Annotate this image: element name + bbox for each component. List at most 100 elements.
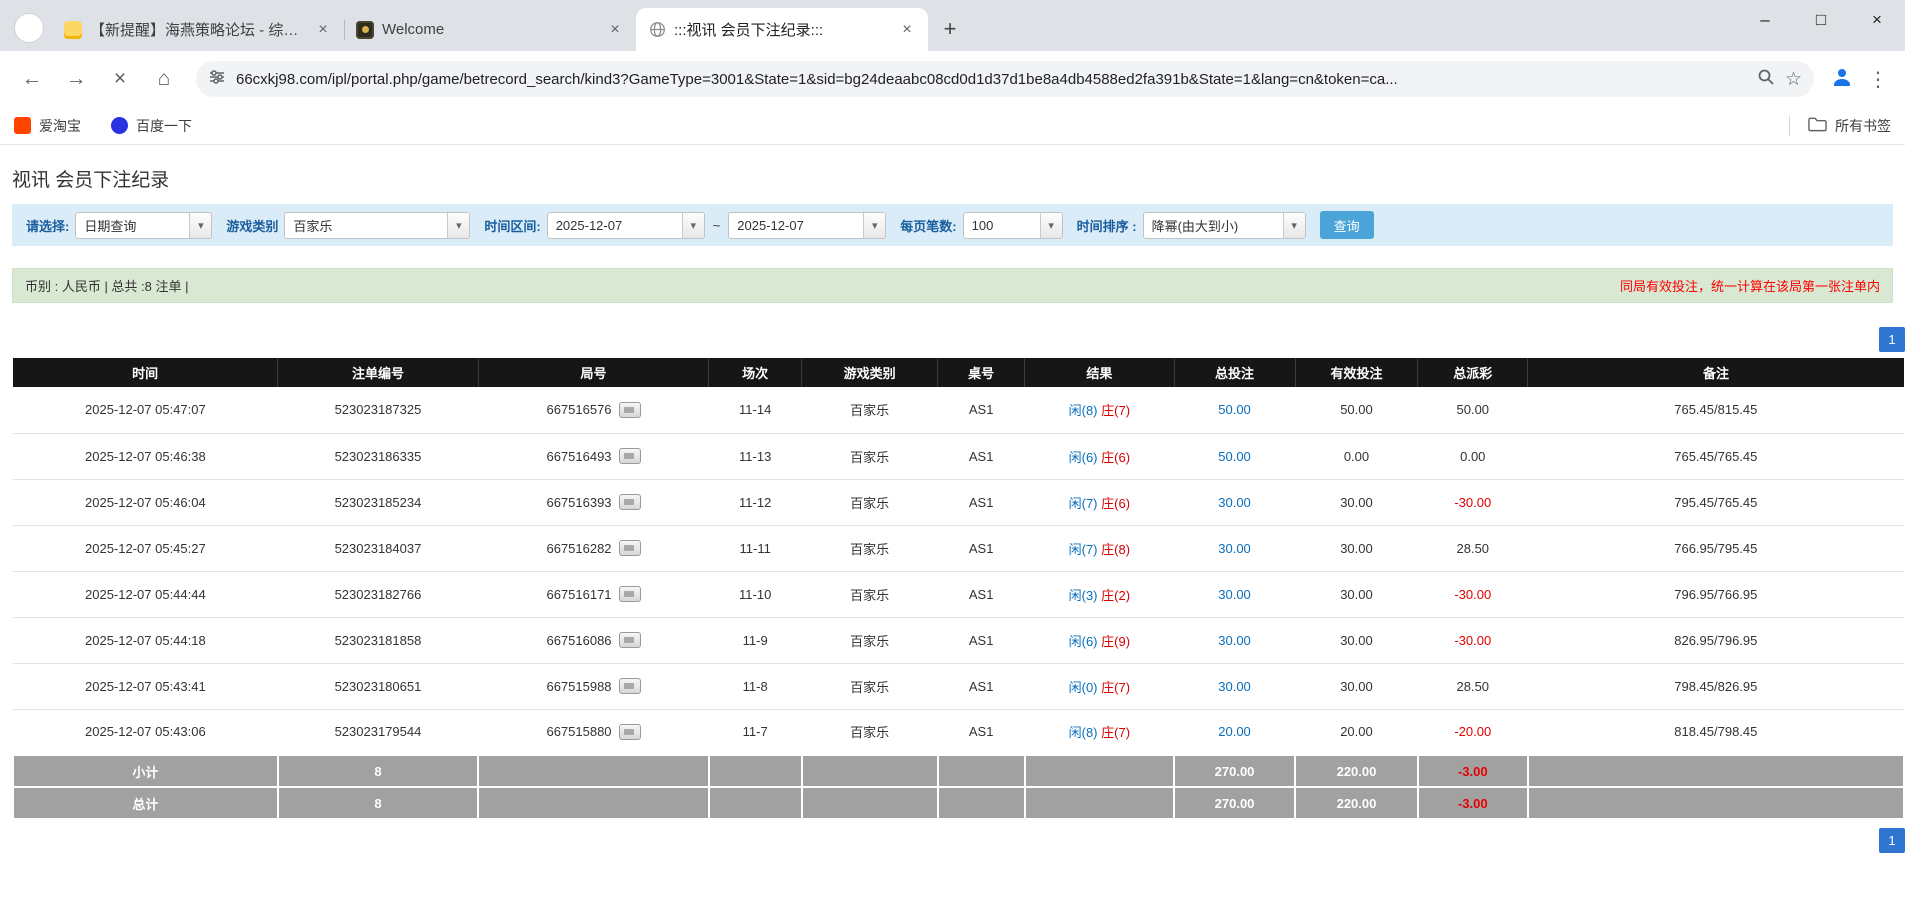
tab-close-icon[interactable]: × [604,19,626,41]
maximize-button[interactable]: □ [1793,0,1849,40]
profile-avatar-icon[interactable] [1830,65,1854,94]
cell-round-no: 667515880 [478,709,709,755]
replay-icon[interactable] [619,540,641,556]
tab-bet-records[interactable]: :::视讯 会员下注纪录::: × [636,8,928,51]
cell-round-no: 667516393 [478,479,709,525]
date-to-value: 2025-12-07 [729,213,863,238]
new-tab-button[interactable]: + [934,13,966,45]
subtotal-row: 小计8270.00220.00-3.00 [13,755,1904,787]
total-bet-link[interactable]: 30.00 [1218,633,1251,648]
cell-table-no: AS1 [938,433,1025,479]
result-player: 闲(7) [1069,496,1098,511]
chevron-down-icon[interactable]: ▾ [189,213,211,238]
tab-haiyan-forum[interactable]: 【新提醒】海燕策略论坛 - 综合... × [52,8,344,51]
cell-empty [938,755,1025,787]
baidu-favicon [111,117,128,134]
search-button[interactable]: 查询 [1320,211,1374,239]
total-bet-link[interactable]: 50.00 [1218,402,1251,417]
close-button[interactable]: × [1849,0,1905,40]
cell-time: 2025-12-07 05:44:18 [13,617,278,663]
game-type-select[interactable]: 百家乐 ▾ [284,212,470,239]
result-banker: 庄(7) [1101,403,1130,418]
cell-time: 2025-12-07 05:43:41 [13,663,278,709]
replay-icon[interactable] [619,724,641,740]
cell-bet-no: 523023187325 [278,387,478,433]
url-bar[interactable]: 66cxkj98.com/ipl/portal.php/game/betreco… [196,61,1814,97]
replay-icon[interactable] [619,448,641,464]
cell-time: 2025-12-07 05:43:06 [13,709,278,755]
cell-empty [1025,755,1174,787]
cell-note: 766.95/795.45 [1528,525,1904,571]
cell-empty [709,787,802,819]
replay-icon[interactable] [619,632,641,648]
date-from-select[interactable]: 2025-12-07 ▾ [547,212,705,239]
footer-total-bet: 270.00 [1174,755,1295,787]
result-banker: 庄(9) [1101,634,1130,649]
cell-time: 2025-12-07 05:45:27 [13,525,278,571]
footer-count: 8 [278,787,478,819]
cell-empty [1528,755,1904,787]
total-bet-link[interactable]: 30.00 [1218,495,1251,510]
all-bookmarks[interactable]: 所有书签 [1789,116,1891,136]
page-1-button[interactable]: 1 [1879,828,1905,853]
tune-icon[interactable] [208,68,226,91]
replay-icon[interactable] [619,678,641,694]
sort-select[interactable]: 降幂(由大到小) ▾ [1143,212,1306,239]
cell-empty [709,755,802,787]
chevron-down-icon[interactable]: ▾ [682,213,704,238]
total-bet-link[interactable]: 30.00 [1218,541,1251,556]
query-type-select[interactable]: 日期查询 ▾ [75,212,212,239]
result-player: 闲(8) [1069,403,1098,418]
bookmark-star-icon[interactable]: ☆ [1785,68,1802,91]
toolbar-right: ⋮ [1826,65,1893,94]
table-row: 2025-12-07 05:46:04523023185234667516393… [13,479,1904,525]
cell-table-no: AS1 [938,387,1025,433]
total-bet-link[interactable]: 30.00 [1218,587,1251,602]
minimize-button[interactable]: – [1737,0,1793,40]
cell-note: 818.45/798.45 [1528,709,1904,755]
cell-note: 765.45/815.45 [1528,387,1904,433]
table-row: 2025-12-07 05:47:07523023187325667516576… [13,387,1904,433]
cell-empty [478,787,709,819]
cell-payout: -20.00 [1418,709,1528,755]
chevron-down-icon[interactable]: ▾ [1283,213,1305,238]
forward-button[interactable]: → [56,59,96,99]
footer-payout: -3.00 [1418,787,1528,819]
date-to-select[interactable]: 2025-12-07 ▾ [728,212,886,239]
browser-avatar-icon[interactable] [14,13,44,43]
bookmark-aitaobao[interactable]: 爱淘宝 [14,116,81,136]
result-player: 闲(3) [1069,588,1098,603]
cell-payout: 50.00 [1418,387,1528,433]
column-header: 注单编号 [278,358,478,387]
per-page-select[interactable]: 100 ▾ [963,212,1063,239]
tab-close-icon[interactable]: × [312,19,334,41]
zoom-icon[interactable] [1757,68,1775,91]
bookmark-baidu[interactable]: 百度一下 [111,116,192,136]
result-banker: 庄(2) [1101,588,1130,603]
replay-icon[interactable] [619,586,641,602]
chevron-down-icon[interactable]: ▾ [1040,213,1062,238]
home-button[interactable]: ⌂ [144,59,184,99]
total-bet-link[interactable]: 50.00 [1218,449,1251,464]
cell-bet-no: 523023186335 [278,433,478,479]
replay-icon[interactable] [619,402,641,418]
chevron-down-icon[interactable]: ▾ [447,213,469,238]
page-1-button[interactable]: 1 [1879,327,1905,352]
total-bet-link[interactable]: 20.00 [1218,724,1251,739]
tab-welcome[interactable]: Welcome × [344,8,636,51]
chevron-down-icon[interactable]: ▾ [863,213,885,238]
stop-loading-button[interactable]: × [100,59,140,99]
menu-icon[interactable]: ⋮ [1868,67,1889,92]
replay-icon[interactable] [619,494,641,510]
total-bet-link[interactable]: 30.00 [1218,679,1251,694]
back-button[interactable]: ← [12,59,52,99]
summary-bar: 币别 : 人民币 | 总共 :8 注单 | 同局有效投注，统一计算在该局第一张注… [12,268,1893,303]
table-row: 2025-12-07 05:46:38523023186335667516493… [13,433,1904,479]
result-banker: 庄(6) [1101,450,1130,465]
footer-valid-bet: 220.00 [1295,755,1418,787]
bookmarks-bar: 爱淘宝 百度一下 所有书签 [0,107,1905,145]
cell-table-no: AS1 [938,479,1025,525]
column-header: 备注 [1528,358,1904,387]
page-content: 视讯 会员下注纪录 请选择: 日期查询 ▾ 游戏类别 百家乐 ▾ 时间区间: 2… [0,165,1905,853]
tab-close-icon[interactable]: × [896,19,918,41]
